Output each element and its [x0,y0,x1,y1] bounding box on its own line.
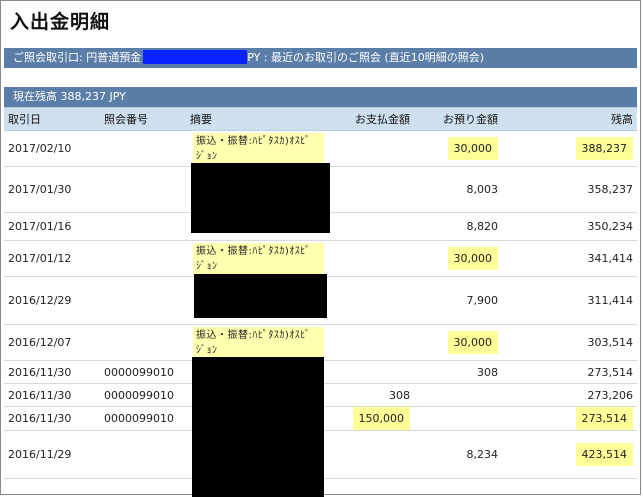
cell-payment [332,324,414,361]
table-row: 2017/02/10 振込・振替:ﾊﾋﾟﾀｽｶ)ｵｽﾋﾟｼﾞｮﾝ 30,000 … [4,130,637,167]
cell-payment [332,130,414,167]
cell-date: 2017/02/10 [4,130,100,167]
cell-date: 2016/11/30 [4,360,100,384]
cell-ref [100,166,186,213]
cell-payment [332,430,414,479]
cell-ref [100,240,186,277]
memo-text: 振込・振替:ﾊﾋﾟﾀｽｶ)ｵｽﾋﾟｼﾞｮﾝ [193,326,324,359]
highlighted-amount: 273,514 [575,407,633,430]
cell-deposit: 8,003 [414,166,502,213]
highlighted-amount: 150,000 [352,407,410,430]
cell-ref: 0000099010 [100,406,186,431]
cell-memo: 振込・振替:ﾊﾋﾟﾀｽｶ)ｵｽﾋﾟｼﾞｮﾝ [186,240,332,277]
cell-balance: 273,514 [502,406,637,431]
redaction-block [194,274,327,318]
cell-ref: 0000099010 [100,360,186,384]
cell-deposit: 7,900 [414,276,502,325]
cell-deposit: 30,000 [414,130,502,167]
cell-deposit: 30,000 [414,240,502,277]
cell-payment: 308 [332,383,414,407]
cell-date: 2016/11/29 [4,430,100,479]
cell-deposit [414,383,502,407]
cell-date: 2017/01/16 [4,212,100,241]
cell-payment [332,276,414,325]
cell-balance: 303,514 [502,324,637,361]
current-balance-bar: 現在残高 388,237 JPY [4,87,637,107]
account-redaction [143,50,248,64]
col-header-balance: 残高 [502,107,637,131]
memo-text: 振込・振替:ﾊﾋﾟﾀｽｶ)ｵｽﾋﾟｼﾞｮﾝ [193,242,324,275]
cell-deposit: 8,234 [414,430,502,479]
cell-deposit [414,406,502,431]
cell-date: 2016/12/29 [4,276,100,325]
cell-balance: 358,237 [502,166,637,213]
inquiry-suffix: PY : 最近のお取引のご照会 (直近10明細の照会) [247,51,485,64]
table-header-row: 取引日 照会番号 摘要 お支払金額 お預り金額 残高 [4,107,637,131]
cell-deposit: 30,000 [414,324,502,361]
cell-balance: 423,514 [502,430,637,479]
col-header-deposit: お預り金額 [414,107,502,131]
col-header-date: 取引日 [4,107,100,131]
cell-memo: 振込・振替:ﾊﾋﾟﾀｽｶ)ｵｽﾋﾟｼﾞｮﾝ [186,324,332,361]
cell-payment [332,212,414,241]
cell-balance: 273,514 [502,360,637,384]
redaction-block [191,163,330,233]
highlighted-amount: 423,514 [575,443,633,466]
cell-balance: 350,234 [502,212,637,241]
highlighted-amount: 388,237 [575,137,633,160]
cell-deposit: 308 [414,360,502,384]
cell-ref [100,212,186,241]
cell-date: 2017/01/12 [4,240,100,277]
cell-ref: 0000099010 [100,383,186,407]
cell-ref [100,324,186,361]
col-header-ref: 照会番号 [100,107,186,131]
table-row: 2016/12/07 振込・振替:ﾊﾋﾟﾀｽｶ)ｵｽﾋﾟｼﾞｮﾝ 30,000 … [4,324,637,361]
cell-balance: 273,206 [502,383,637,407]
cell-ref [100,276,186,325]
highlighted-amount: 30,000 [447,331,498,354]
page-title: 入出金明細 [10,11,111,33]
memo-text: 振込・振替:ﾊﾋﾟﾀｽｶ)ｵｽﾋﾟｼﾞｮﾝ [193,132,324,165]
redaction-block [192,357,324,497]
cell-date: 2017/01/30 [4,166,100,213]
highlighted-amount: 30,000 [447,137,498,160]
inquiry-prefix: ご照会取引口: 円普通預金 [13,51,142,64]
cell-memo: 振込・振替:ﾊﾋﾟﾀｽｶ)ｵｽﾋﾟｼﾞｮﾝ [186,130,332,167]
cell-deposit: 8,820 [414,212,502,241]
highlighted-amount: 30,000 [447,247,498,270]
cell-date: 2016/11/30 [4,406,100,431]
cell-balance: 388,237 [502,130,637,167]
cell-date: 2016/12/07 [4,324,100,361]
cell-ref [100,130,186,167]
col-header-memo: 摘要 [186,107,332,131]
cell-payment [332,166,414,213]
inquiry-bar: ご照会取引口: 円普通預金 PY : 最近のお取引のご照会 (直近10明細の照会) [4,48,637,68]
cell-payment [332,360,414,384]
cell-payment [332,240,414,277]
cell-balance: 341,414 [502,240,637,277]
table-row: 2017/01/12 振込・振替:ﾊﾋﾟﾀｽｶ)ｵｽﾋﾟｼﾞｮﾝ 30,000 … [4,240,637,277]
cell-ref [100,430,186,479]
cell-payment: 150,000 [332,406,414,431]
cell-date: 2016/11/30 [4,383,100,407]
cell-balance: 311,414 [502,276,637,325]
col-header-payment: お支払金額 [332,107,414,131]
